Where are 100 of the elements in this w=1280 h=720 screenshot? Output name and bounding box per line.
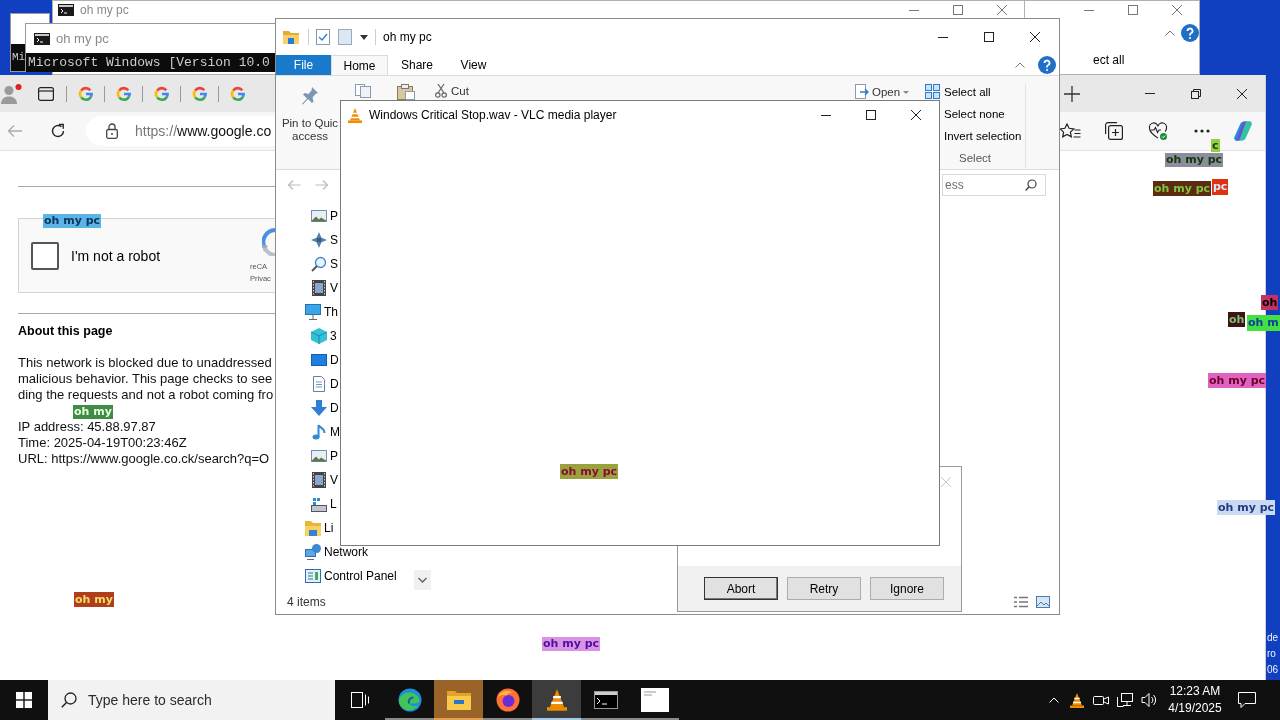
star-list-icon[interactable] — [1059, 123, 1081, 139]
nav-item[interactable]: P — [311, 444, 338, 468]
minimize-icon[interactable] — [938, 36, 948, 38]
pushpin-icon — [302, 87, 318, 107]
plus-icon[interactable] — [1064, 85, 1080, 102]
nav-item[interactable]: L — [311, 492, 337, 516]
profile-icon[interactable] — [0, 83, 22, 104]
screen-icon — [311, 352, 327, 368]
floating-label: oh — [1228, 312, 1246, 327]
help-icon[interactable] — [1038, 56, 1056, 74]
close-icon[interactable] — [1237, 88, 1247, 99]
nav-item[interactable]: Control Panel — [305, 564, 397, 588]
document-check-icon[interactable] — [316, 29, 330, 45]
nav-item[interactable]: D — [311, 396, 339, 420]
details-view-icon[interactable] — [1014, 596, 1028, 608]
detail-line: URL: https://www.google.co.ck/search?q=O — [18, 451, 270, 467]
nav-item[interactable]: S — [311, 228, 338, 252]
folder-icon — [283, 30, 299, 44]
network-icon[interactable] — [1117, 693, 1133, 707]
traffic-cone-icon[interactable] — [1070, 692, 1084, 708]
heart-pulse-icon[interactable] — [1148, 122, 1168, 140]
desktop-text: ro — [1267, 647, 1276, 661]
floating-label: oh — [1261, 295, 1279, 310]
cut-button[interactable]: Cut — [435, 84, 469, 98]
more-icon[interactable] — [1194, 129, 1210, 133]
nav-item[interactable]: S — [311, 252, 338, 276]
ribbon-button[interactable]: Select none — [944, 106, 1005, 122]
nav-item[interactable]: D — [311, 372, 339, 396]
ribbon-tab[interactable]: Home — [331, 55, 388, 75]
close-icon[interactable] — [910, 110, 921, 120]
restore-icon[interactable] — [1191, 88, 1201, 99]
detail-line: IP address: 45.88.97.87 — [18, 419, 156, 435]
volume-icon[interactable] — [1141, 692, 1157, 708]
caret-down-icon[interactable] — [360, 34, 368, 40]
window-thumbnail-icon — [640, 688, 669, 712]
ribbon-button[interactable]: ect all — [1093, 53, 1125, 67]
logo-icon[interactable] — [1231, 119, 1255, 143]
ribbon-tab[interactable]: File — [276, 55, 331, 75]
taskbar-button[interactable] — [532, 680, 581, 720]
refresh-icon[interactable] — [50, 123, 66, 139]
nav-item[interactable]: Li — [305, 516, 334, 540]
clock-time[interactable]: 12:23 AM — [1169, 683, 1221, 700]
dialog-button[interactable]: Retry — [787, 577, 861, 600]
letter-g-icon — [115, 85, 132, 102]
maximize-icon[interactable] — [865, 110, 876, 120]
help-icon[interactable] — [1181, 24, 1199, 42]
floating-label: oh my — [73, 405, 113, 419]
address-field[interactable]: https://www.google.co — [86, 116, 275, 146]
minimize-icon[interactable] — [820, 114, 831, 116]
nav-item[interactable]: Network — [305, 540, 368, 564]
window-title: Windows Critical Stop.wav - VLC media player — [369, 108, 617, 122]
nav-item[interactable]: 3 — [311, 324, 337, 348]
collections-icon[interactable] — [1105, 122, 1123, 140]
dialog-button[interactable]: Ignore — [870, 577, 944, 600]
nav-item[interactable]: V — [311, 276, 338, 300]
four-point-star-icon — [311, 232, 327, 248]
checkbox-label: I'm not a robot — [71, 247, 161, 264]
dialog-button[interactable]: Abort — [704, 577, 778, 600]
open-button[interactable]: Open — [855, 84, 910, 100]
pin-button[interactable]: Pin to Quic access — [282, 84, 338, 143]
down-arrow-icon — [311, 400, 327, 416]
floating-label: oh my pc — [1208, 373, 1267, 388]
search-field[interactable]: Type here to search — [48, 680, 335, 720]
clipboard-icon[interactable] — [397, 84, 415, 100]
desktop-text: de — [1267, 631, 1279, 645]
ribbon-tab[interactable]: View — [446, 55, 501, 75]
folder-icon — [305, 520, 321, 536]
start-icon[interactable] — [16, 692, 32, 708]
large-icons-view-icon[interactable] — [1036, 596, 1050, 608]
task-view-icon[interactable] — [351, 692, 369, 708]
close-icon[interactable] — [1030, 32, 1040, 42]
ribbon-button[interactable]: Invert selection — [944, 128, 1022, 144]
scroll-down-icon[interactable] — [414, 570, 431, 590]
terminal-icon — [58, 4, 74, 16]
nav-item[interactable]: V — [311, 468, 338, 492]
group-label: Select — [959, 151, 991, 166]
window-icon[interactable] — [38, 86, 54, 101]
floating-label: oh my — [74, 592, 114, 607]
copy-icon[interactable] — [355, 84, 371, 98]
document-icon — [311, 376, 327, 392]
network-icon — [305, 544, 321, 560]
ribbon-tab[interactable]: Share — [388, 55, 446, 75]
camera-icon[interactable] — [1093, 693, 1109, 707]
maximize-icon[interactable] — [984, 32, 994, 42]
traffic-cone-icon — [348, 107, 362, 123]
search-field[interactable]: ess — [942, 174, 1046, 196]
nav-item[interactable]: D — [311, 348, 339, 372]
letter-g-icon — [229, 85, 246, 102]
picture-icon — [311, 448, 327, 464]
clock-date[interactable]: 4/19/2025 — [1168, 700, 1222, 717]
monitor-icon — [305, 304, 321, 320]
folder-icon — [446, 690, 471, 710]
window-title: oh my pc — [383, 30, 432, 44]
notification-icon[interactable] — [1238, 692, 1256, 708]
nav-item[interactable]: M — [311, 420, 340, 444]
nav-item[interactable]: Th — [305, 300, 338, 324]
nav-item[interactable]: P — [311, 204, 338, 228]
checkbox[interactable] — [31, 241, 59, 270]
drive-icon — [311, 496, 327, 512]
ribbon-button[interactable]: Select all — [925, 84, 991, 99]
